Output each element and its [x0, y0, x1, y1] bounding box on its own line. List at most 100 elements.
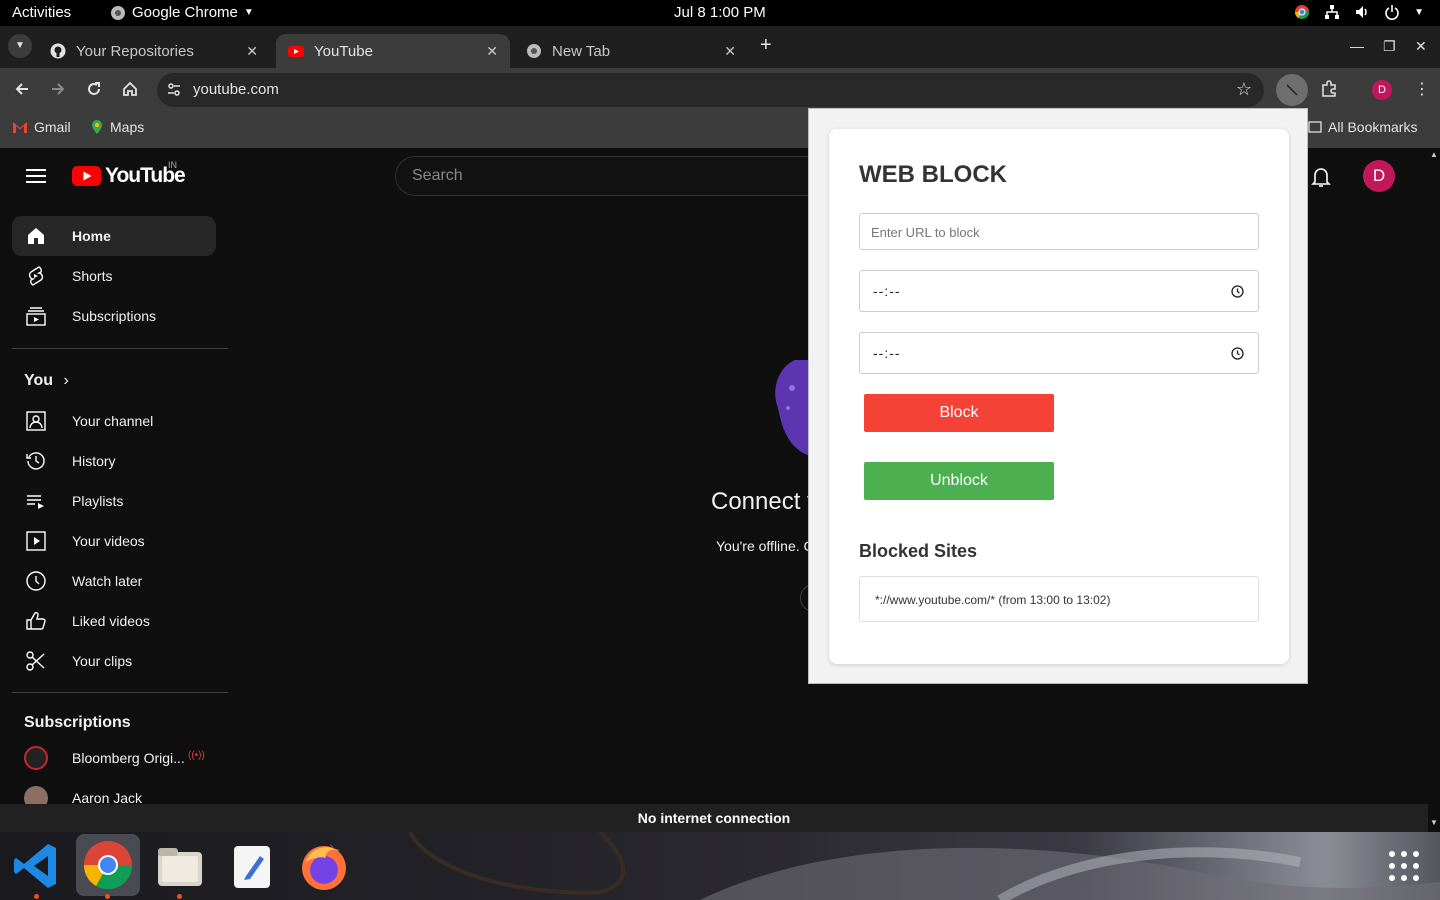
page-scrollbar[interactable]: ▲ ▼	[1428, 148, 1440, 832]
browser-toolbar: youtube.com ☆ D ⋮	[0, 68, 1440, 112]
scroll-up-icon[interactable]: ▲	[1430, 150, 1438, 159]
sidebar-item-label: Watch later	[72, 573, 143, 589]
youtube-search-input[interactable]: Search	[395, 156, 815, 196]
shorts-icon	[28, 266, 44, 286]
clock[interactable]: Jul 8 1:00 PM	[674, 4, 766, 21]
close-icon[interactable]: ✕	[486, 43, 498, 60]
account-avatar[interactable]: D	[1363, 160, 1395, 192]
your-videos-icon	[26, 531, 46, 551]
volume-icon[interactable]	[1354, 4, 1370, 20]
tab-search-button[interactable]: ▼	[8, 34, 32, 58]
block-button[interactable]: Block	[864, 394, 1054, 432]
tab-youtube[interactable]: YouTube ✕	[276, 34, 510, 68]
scroll-down-icon[interactable]: ▼	[1430, 818, 1438, 827]
unblock-button[interactable]: Unblock	[864, 462, 1054, 500]
tab-strip: ▼ Your Repositories ✕ YouTube ✕ New Tab …	[0, 26, 1440, 68]
url-to-block-input[interactable]: Enter URL to block	[859, 213, 1259, 250]
sidebar-item-subscriptions[interactable]: Subscriptions	[12, 296, 216, 336]
sidebar-divider	[12, 348, 228, 349]
web-block-popup: WEB BLOCK Enter URL to block --:-- --:--…	[808, 108, 1308, 684]
clock-icon[interactable]	[1231, 285, 1244, 298]
offline-message: You're offline. C	[716, 538, 814, 554]
you-section-link[interactable]: You ›	[24, 372, 69, 390]
offline-illustration	[775, 360, 810, 456]
app-menu[interactable]: Google Chrome ▼	[110, 4, 254, 21]
reload-icon[interactable]	[85, 80, 103, 98]
sidebar-item-label: Your channel	[72, 413, 154, 429]
bookmark-maps[interactable]: Maps	[90, 119, 144, 135]
minimize-button[interactable]: —	[1350, 38, 1364, 54]
you-heading: You	[24, 372, 54, 389]
power-icon[interactable]	[1384, 4, 1400, 20]
country-code: IN	[168, 160, 177, 170]
sidebar-item-label: Aaron Jack	[72, 790, 143, 804]
close-icon[interactable]: ✕	[724, 43, 736, 60]
extensions-puzzle-icon[interactable]	[1320, 80, 1338, 98]
sidebar-item-label: Home	[72, 228, 111, 244]
new-tab-button[interactable]: +	[760, 34, 772, 57]
playlists-icon	[27, 495, 44, 509]
text-editor-icon[interactable]	[224, 838, 280, 894]
tab-new-tab[interactable]: New Tab ✕	[514, 34, 748, 68]
sidebar-item-playlists[interactable]: Playlists	[12, 481, 216, 521]
files-icon[interactable]	[152, 838, 208, 894]
sidebar-item-history[interactable]: History	[12, 441, 216, 481]
web-block-extension-button[interactable]	[1276, 74, 1308, 106]
notifications-bell-icon[interactable]	[1311, 166, 1331, 188]
sidebar-item-label: Liked videos	[72, 613, 150, 629]
sidebar-sub-bloomberg[interactable]: Bloomberg Origi... ((•))	[12, 738, 216, 778]
sidebar-item-watch-later[interactable]: Watch later	[12, 561, 216, 601]
chrome-icon	[111, 5, 125, 20]
close-window-button[interactable]: ✕	[1415, 38, 1427, 55]
sidebar-item-label: History	[72, 453, 116, 469]
bookmark-label: Gmail	[34, 119, 71, 135]
back-icon[interactable]	[13, 80, 31, 98]
profile-avatar[interactable]: D	[1372, 80, 1392, 100]
clock-icon[interactable]	[1231, 347, 1244, 360]
maximize-button[interactable]: ❐	[1383, 38, 1396, 55]
app-grid-icon[interactable]	[1388, 850, 1420, 882]
tab-your-repositories[interactable]: Your Repositories ✕	[38, 34, 270, 68]
chrome-icon[interactable]	[76, 834, 140, 896]
network-icon[interactable]	[1324, 4, 1340, 20]
hamburger-menu-icon[interactable]	[26, 168, 46, 184]
sidebar-item-home[interactable]: Home	[12, 216, 216, 256]
more-menu-icon[interactable]: ⋮	[1414, 79, 1430, 99]
sidebar-item-your-clips[interactable]: Your clips	[12, 641, 216, 681]
sidebar-item-your-videos[interactable]: Your videos	[12, 521, 216, 561]
chevron-down-icon[interactable]: ▼	[1414, 7, 1424, 18]
maps-icon	[92, 120, 102, 134]
sidebar-item-shorts[interactable]: Shorts	[12, 256, 216, 296]
activities-button[interactable]: Activities	[12, 4, 71, 21]
bookmark-star-icon[interactable]: ☆	[1236, 79, 1252, 100]
chevron-right-icon: ›	[63, 372, 69, 389]
vscode-icon[interactable]	[8, 838, 64, 894]
chrome-tray-icon[interactable]	[1294, 4, 1310, 20]
all-bookmarks[interactable]: All Bookmarks	[1308, 119, 1417, 135]
home-icon[interactable]	[121, 80, 139, 98]
system-tray[interactable]: ▼	[1294, 4, 1424, 20]
firefox-icon[interactable]	[296, 838, 352, 894]
system-top-bar: Activities Google Chrome ▼ Jul 8 1:00 PM…	[0, 0, 1440, 26]
forward-icon[interactable]	[49, 80, 67, 98]
sidebar-item-label: Your clips	[72, 653, 133, 669]
all-bookmarks-label: All Bookmarks	[1328, 119, 1418, 135]
gmail-icon	[13, 122, 27, 133]
sidebar-item-label: Bloomberg Origi...	[72, 750, 185, 766]
sidebar-item-label: Your videos	[72, 533, 145, 549]
start-time-input[interactable]: --:--	[859, 270, 1259, 312]
sidebar-sub-aaron-jack[interactable]: Aaron Jack	[12, 778, 216, 804]
sidebar-item-your-channel[interactable]: Your channel	[12, 401, 216, 441]
offline-title: Connect t	[711, 488, 814, 515]
channel-avatar	[24, 746, 48, 770]
sidebar-item-liked-videos[interactable]: Liked videos	[12, 601, 216, 641]
bookmark-gmail[interactable]: Gmail	[12, 119, 71, 135]
url-placeholder: Enter URL to block	[871, 225, 980, 240]
address-bar[interactable]: youtube.com ☆	[157, 73, 1264, 107]
folder-icon	[1308, 121, 1322, 133]
end-time-input[interactable]: --:--	[859, 332, 1259, 374]
site-info-icon[interactable]	[166, 82, 182, 98]
close-icon[interactable]: ✕	[246, 43, 258, 60]
web-block-card: WEB BLOCK Enter URL to block --:-- --:--…	[829, 129, 1289, 664]
extension-slash-icon	[1286, 84, 1298, 96]
